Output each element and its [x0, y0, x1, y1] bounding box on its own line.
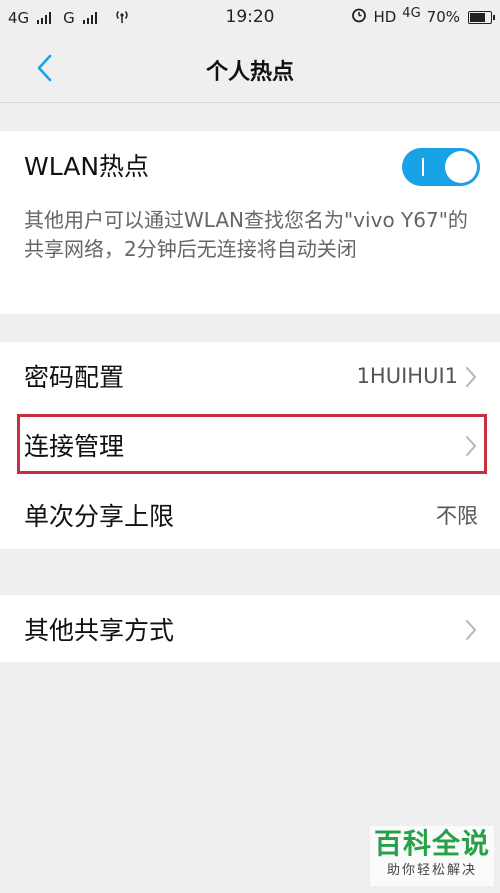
- share-limit-label: 单次分享上限: [24, 502, 175, 531]
- watermark-logo: 百科全说 助你轻松解决: [370, 826, 494, 886]
- hotspot-label: WLAN热点: [24, 152, 150, 181]
- share-limit-row[interactable]: 单次分享上限 不限: [0, 481, 500, 549]
- highlight-box: [17, 414, 487, 474]
- password-config-row[interactable]: 密码配置 1HUIHUI1: [0, 342, 500, 410]
- other-sharing-label: 其他共享方式: [24, 616, 175, 645]
- nav-bar: 个人热点: [0, 36, 500, 103]
- hotspot-toggle[interactable]: [402, 148, 480, 186]
- password-value: 1HUIHUI1: [356, 364, 458, 388]
- battery-icon: [468, 10, 495, 24]
- toggle-knob: [445, 151, 477, 183]
- alarm-icon: [351, 7, 367, 27]
- chevron-right-icon: [466, 367, 476, 387]
- hotspot-description: 其他用户可以通过WLAN查找您名为"vivo Y67"的共享网络，2分钟后无连接…: [24, 208, 468, 261]
- network-type-label: 4G: [402, 5, 421, 21]
- watermark-title: 百科全说: [373, 827, 490, 860]
- toggle-on-mark: [422, 158, 424, 176]
- other-sharing-row[interactable]: 其他共享方式: [0, 595, 500, 663]
- watermark-subtitle: 助你轻松解决: [386, 863, 477, 878]
- status-bar: 4G G 19:20 HD 4G 70%: [0, 0, 500, 36]
- page-title: 个人热点: [205, 60, 294, 85]
- status-right: HD 4G 70%: [351, 5, 495, 27]
- battery-percent: 70%: [426, 8, 460, 26]
- password-config-label: 密码配置: [24, 363, 125, 392]
- chevron-right-icon: [466, 620, 476, 640]
- hd-label: HD: [373, 8, 397, 26]
- share-limit-value: 不限: [436, 504, 478, 528]
